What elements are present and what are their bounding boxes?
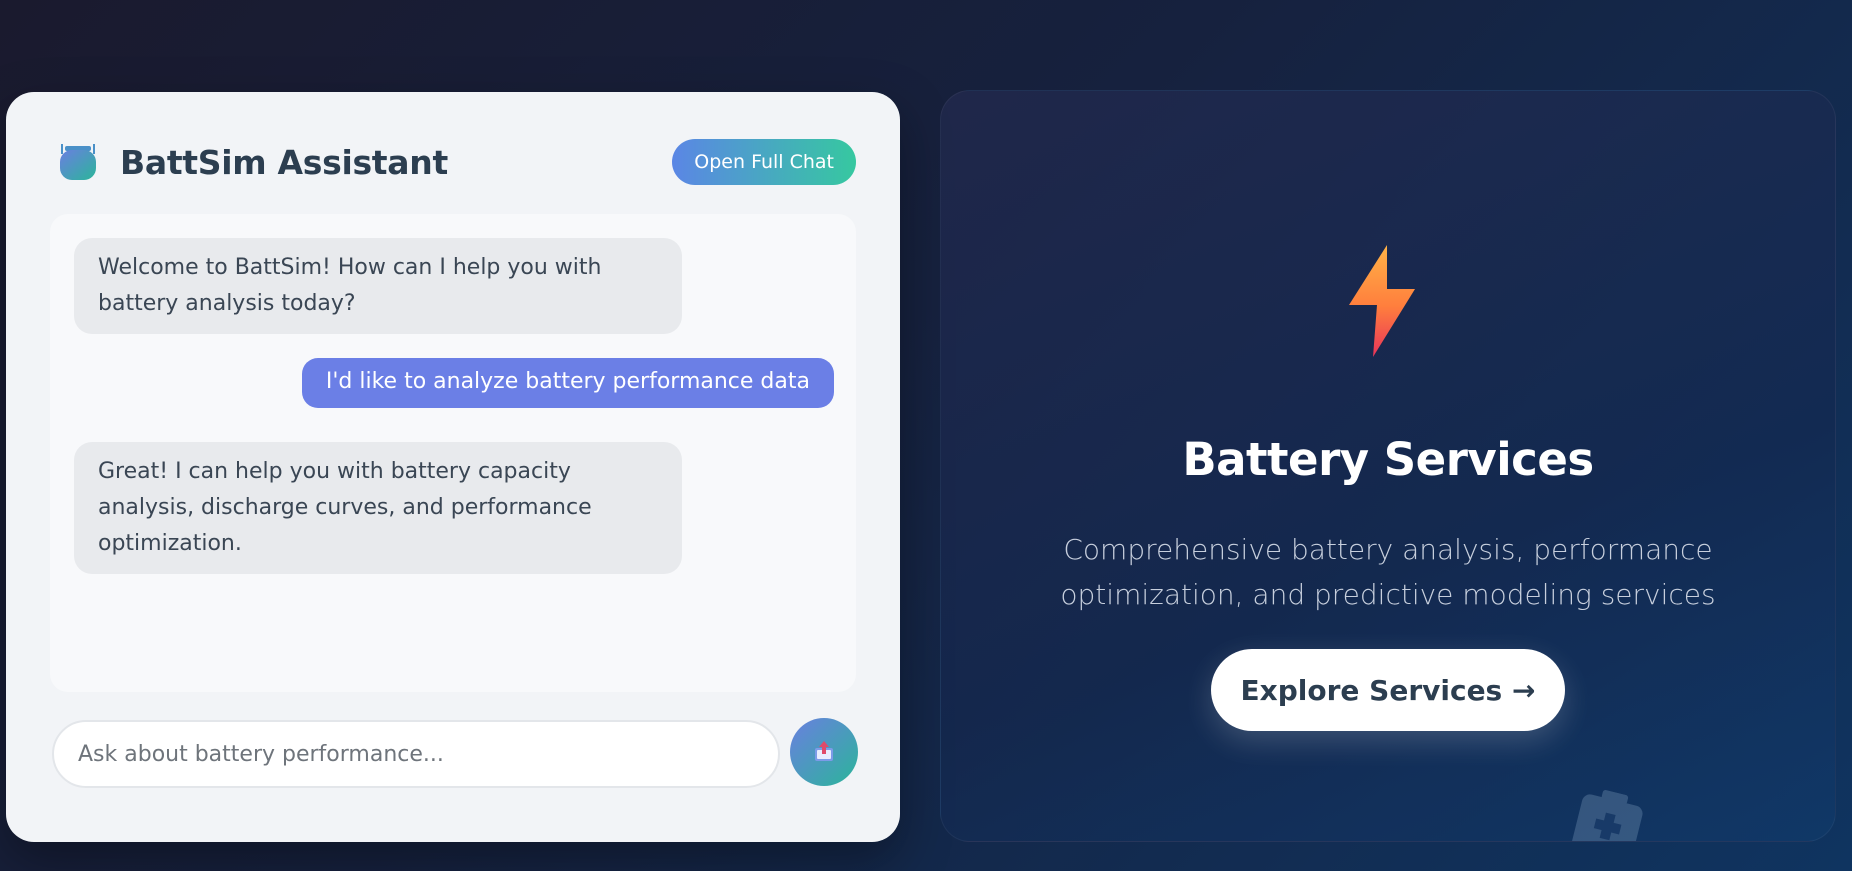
battery-icon (1558, 784, 1650, 841)
send-icon (813, 739, 835, 766)
explore-services-button[interactable]: Explore Services → (1211, 649, 1565, 731)
user-message: I'd like to analyze battery performance … (301, 358, 834, 408)
services-description: Comprehensive battery analysis, performa… (1060, 533, 1716, 611)
open-full-chat-button[interactable]: Open Full Chat (672, 139, 856, 185)
bot-message: Welcome to BattSim! How can I help you w… (74, 238, 682, 334)
battery-services-card: Battery Services Comprehensive battery a… (940, 90, 1836, 842)
chat-input-row (52, 718, 858, 790)
lightning-bolt-icon (1345, 243, 1419, 359)
chat-header: BattSim Assistant Open Full Chat (56, 138, 856, 186)
message-list: Welcome to BattSim! How can I help you w… (50, 214, 856, 692)
chat-widget: BattSim Assistant Open Full Chat Welcome… (6, 92, 900, 842)
chat-title: BattSim Assistant (120, 142, 448, 182)
services-title: Battery Services (1182, 433, 1594, 486)
send-button[interactable] (790, 718, 858, 786)
bot-message: Great! I can help you with battery capac… (74, 442, 682, 574)
robot-icon (56, 140, 100, 184)
chat-message-input[interactable] (52, 720, 780, 788)
